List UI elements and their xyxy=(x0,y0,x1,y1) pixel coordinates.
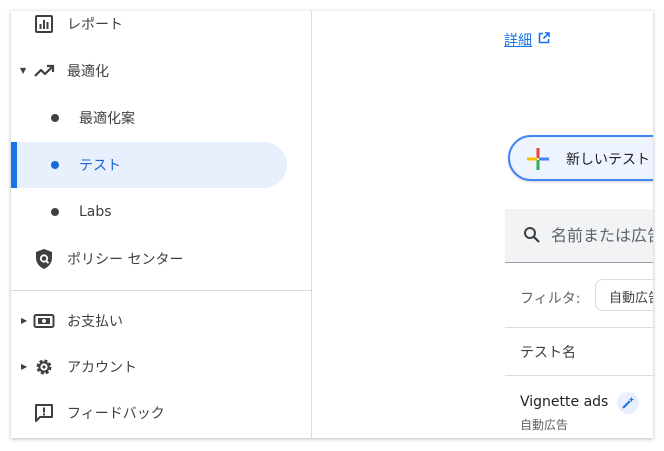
caret-right-icon: ▶ xyxy=(21,362,28,371)
new-test-button[interactable]: 新しいテスト xyxy=(508,135,653,181)
payments-icon xyxy=(33,310,55,332)
open-in-new-icon xyxy=(538,32,550,48)
sidebar-item-test[interactable]: テスト xyxy=(11,142,287,188)
sidebar-item-feedback[interactable]: フィードバック xyxy=(11,390,311,436)
sidebar-item-label: レポート xyxy=(67,17,123,33)
feedback-icon xyxy=(33,402,55,424)
trending-up-icon xyxy=(33,60,55,82)
sidebar-item-label: アカウント xyxy=(67,360,137,376)
search-input[interactable] xyxy=(551,223,653,247)
bar-chart-icon xyxy=(33,13,55,35)
sidebar-item-reports[interactable]: レポート xyxy=(11,11,311,47)
app-window: レポート ▼ 最適化 最適化案 テスト Labs ポリシー センター ▶ お支払… xyxy=(11,11,653,438)
test-type-cell: 自動広告 xyxy=(520,418,569,432)
sidebar-item-label: 最適化案 xyxy=(79,111,135,127)
gear-icon xyxy=(33,356,55,378)
sidebar-item-label: お支払い xyxy=(67,314,123,330)
test-name-cell: Vignette ads xyxy=(520,394,609,410)
plus-icon xyxy=(526,147,550,175)
column-header-test-name[interactable]: テスト名 xyxy=(520,342,576,362)
sidebar-item-payments[interactable]: ▶ お支払い xyxy=(11,298,311,344)
search-bar xyxy=(505,209,653,263)
table-column-header: テスト名 xyxy=(505,327,653,376)
magic-wand-icon xyxy=(617,392,639,414)
bullet-icon xyxy=(51,161,59,169)
details-link-label: 詳細 xyxy=(504,33,532,49)
filter-chip[interactable]: 自動広告 xyxy=(595,279,653,311)
bullet-icon xyxy=(51,208,59,216)
details-link[interactable]: 詳細 xyxy=(504,30,550,50)
sidebar-item-optimization[interactable]: ▼ 最適化 xyxy=(11,48,311,94)
sidebar-item-label: ポリシー センター xyxy=(67,252,184,268)
main-content: 詳細 新しいテスト 名前または広告 フィルタ: 自動広 テスト名 Vignett… xyxy=(312,11,653,438)
table-row[interactable]: Vignette ads 自動広告 xyxy=(505,376,653,438)
shield-icon xyxy=(33,248,55,270)
divider xyxy=(11,290,311,291)
sidebar-item-optimization-suggestions[interactable]: 最適化案 xyxy=(11,95,311,141)
new-test-button-label: 新しいテスト xyxy=(566,152,650,168)
filter-row: フィルタ: 自動広告 xyxy=(505,265,653,328)
sidebar-item-account[interactable]: ▶ アカウント xyxy=(11,344,311,390)
sidebar-item-labs[interactable]: Labs xyxy=(11,189,311,235)
sidebar-item-label: フィードバック xyxy=(67,406,165,422)
caret-right-icon: ▶ xyxy=(21,316,28,325)
sidebar-item-label: Labs xyxy=(79,204,112,220)
caret-down-icon: ▼ xyxy=(20,66,27,75)
sidebar-nav: レポート ▼ 最適化 最適化案 テスト Labs ポリシー センター ▶ お支払… xyxy=(11,11,312,438)
search-icon xyxy=(523,226,541,248)
filter-label: フィルタ: xyxy=(520,291,581,307)
selection-indicator xyxy=(11,142,17,188)
bullet-icon xyxy=(51,114,59,122)
sidebar-item-policy-center[interactable]: ポリシー センター xyxy=(11,236,311,282)
sidebar-item-label: テスト xyxy=(79,158,121,174)
sidebar-item-label: 最適化 xyxy=(67,64,109,80)
